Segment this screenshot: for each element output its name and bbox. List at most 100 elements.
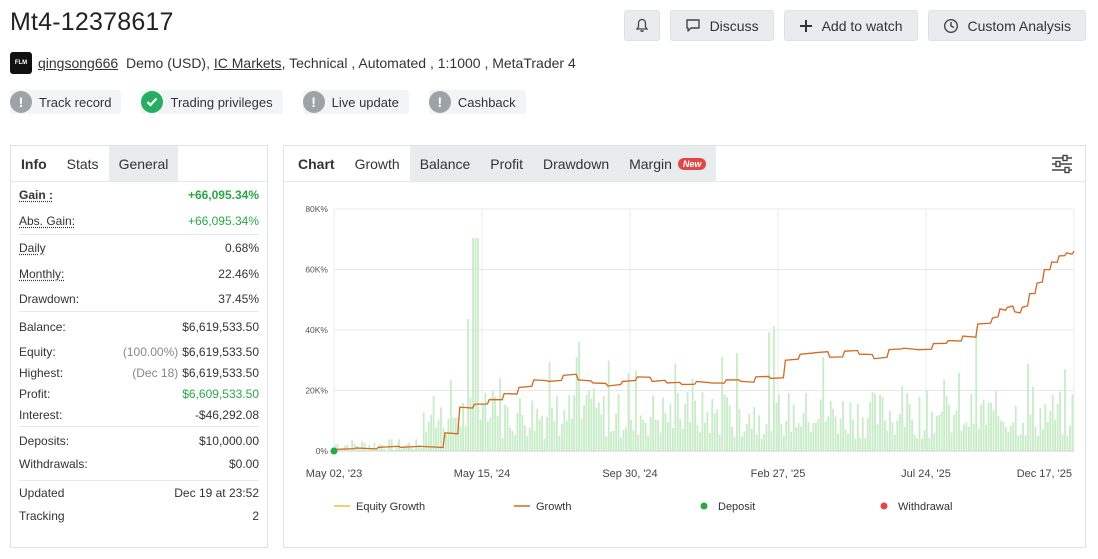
stat-label: Updated (19, 486, 65, 500)
stat-abs-gain: Abs. Gain: +66,095.34% (19, 208, 259, 234)
activity-bar (827, 416, 830, 451)
growth-chart[interactable]: 0% 20K% 40K% 60K% 80K% May 02, '23 May 15, '24… (284, 183, 1085, 548)
activity-bar (627, 373, 630, 451)
activity-bar (420, 448, 423, 451)
activity-bar (486, 421, 489, 451)
activity-bar (674, 363, 677, 451)
notification-button[interactable] (623, 10, 660, 41)
broker-link[interactable]: IC Markets (214, 55, 282, 71)
activity-bar (605, 436, 608, 451)
activity-bar (553, 421, 556, 451)
activity-bar (886, 430, 889, 451)
stat-highest: Highest: (Dec 18) $6,619,533.50 (19, 362, 259, 383)
y-tick-label: 80K% (305, 204, 328, 214)
badge-trading-privileges[interactable]: Trading privileges (141, 90, 283, 114)
stat-value: +66,095.34% (187, 214, 259, 228)
activity-bar (990, 402, 992, 451)
activity-bar (637, 434, 640, 451)
avatar[interactable]: FLM (10, 52, 32, 74)
stat-value: -$46,292.08 (194, 408, 259, 422)
activity-bar (903, 426, 906, 451)
activity-bar (847, 433, 849, 451)
activity-bar (819, 399, 822, 451)
activity-bar (615, 413, 617, 451)
activity-bar (430, 414, 432, 451)
stat-label: Tracking (19, 509, 65, 523)
discuss-label: Discuss (709, 17, 759, 34)
activity-bar (482, 403, 484, 451)
activity-bar (477, 238, 479, 451)
activity-bar (632, 430, 635, 451)
tab-info[interactable]: Info (11, 146, 57, 181)
activity-bar (504, 404, 506, 451)
stat-label[interactable]: Monthly: (19, 267, 64, 281)
activity-bar (716, 409, 719, 451)
stat-value: 22.46% (218, 267, 259, 281)
activity-bar (834, 416, 837, 451)
badge-cashback[interactable]: ! Cashback (428, 90, 526, 114)
activity-bar (573, 395, 576, 451)
activity-bar (583, 404, 585, 451)
activity-bar (921, 438, 923, 451)
discuss-button[interactable]: Discuss (669, 10, 774, 41)
activity-bar (560, 424, 563, 451)
activity-bar (958, 372, 960, 451)
activity-bar (780, 423, 783, 451)
tab-growth[interactable]: Growth (344, 146, 410, 181)
activity-bar (911, 419, 913, 451)
activity-bar (521, 414, 524, 451)
activity-bar (807, 421, 810, 451)
activity-bar (390, 439, 393, 451)
activity-bar (859, 437, 862, 451)
activity-bar (686, 392, 689, 451)
activity-bar (612, 430, 615, 451)
activity-bar (965, 422, 968, 451)
activity-bar (738, 409, 741, 451)
activity-bar (563, 409, 566, 451)
activity-bar (595, 407, 598, 451)
activity-bar (832, 409, 835, 451)
tab-balance[interactable]: Balance (409, 146, 481, 181)
stat-label[interactable]: Gain : (19, 188, 53, 202)
x-tick-label: Dec 17, '25 (1017, 468, 1072, 480)
activity-bar (1000, 420, 1002, 451)
stat-label[interactable]: Abs. Gain: (19, 214, 75, 228)
tab-stats[interactable]: Stats (56, 146, 109, 181)
x-tick-label: May 15, '24 (454, 468, 511, 480)
activity-bar (918, 396, 921, 451)
activity-bar (474, 238, 477, 451)
stat-label: Equity: (19, 344, 56, 359)
tab-drawdown[interactable]: Drawdown (532, 146, 620, 181)
activity-bar (383, 448, 386, 451)
tab-general[interactable]: General (108, 146, 179, 181)
activity-bar (837, 433, 839, 451)
deposit-marker (330, 447, 338, 455)
activity-bar (1059, 391, 1061, 451)
activity-bar (763, 434, 765, 451)
stat-value-group: (100.00%) $6,619,533.50 (123, 345, 259, 359)
activity-bar (871, 392, 874, 451)
tab-chart[interactable]: Chart (288, 146, 345, 181)
badge-live-update[interactable]: ! Live update (302, 90, 409, 114)
badge-track-record[interactable]: ! Track record (10, 90, 122, 114)
stat-label: Withdrawals: (19, 457, 88, 471)
activity-bar (541, 415, 543, 451)
activity-bar (479, 419, 482, 451)
activity-bar (718, 434, 721, 451)
activity-bar (787, 392, 790, 451)
settings-sliders-icon[interactable] (1051, 154, 1073, 174)
activity-bar (792, 404, 795, 451)
activity-bar (361, 441, 363, 451)
stat-label[interactable]: Daily (19, 241, 46, 255)
tab-profit[interactable]: Profit (480, 146, 533, 181)
legend-label: Growth (536, 501, 571, 513)
activity-bar (901, 385, 904, 451)
activity-bar (1044, 404, 1047, 451)
add-to-watch-button[interactable]: Add to watch (783, 10, 918, 41)
activity-bar (1069, 425, 1071, 451)
custom-analysis-button[interactable]: Custom Analysis (927, 10, 1086, 41)
username-link[interactable]: qingsong666 (38, 55, 118, 71)
activity-bar (454, 417, 457, 451)
tab-margin[interactable]: Margin New (619, 146, 717, 181)
activity-bar (630, 419, 632, 451)
